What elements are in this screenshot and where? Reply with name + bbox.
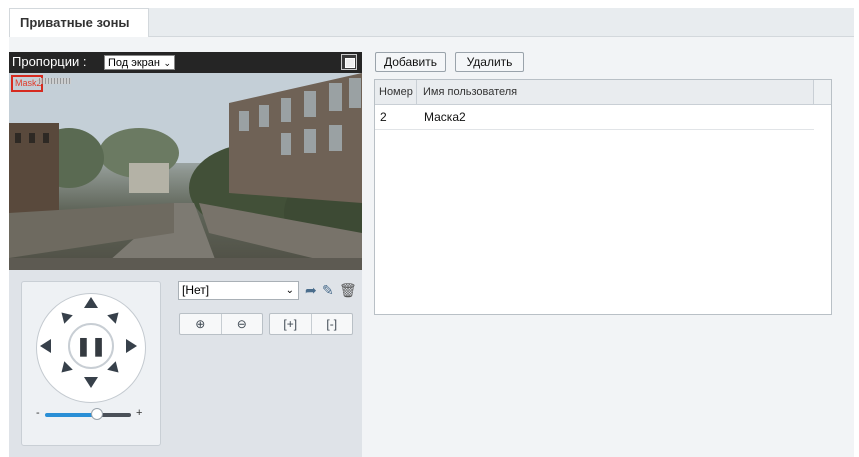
cell-username: Маска2 <box>424 110 466 124</box>
osd-overlay <box>37 78 71 84</box>
zoom-out-icon[interactable]: ⊖ <box>220 314 263 334</box>
zoom-in-icon[interactable]: ⊕ <box>180 314 221 334</box>
column-header-username[interactable]: Имя пользователя <box>418 80 517 104</box>
speed-slider-knob[interactable] <box>91 408 103 420</box>
fullscreen-icon[interactable] <box>341 54 357 70</box>
preset-select[interactable]: [Нет] ⌄ <box>178 281 299 300</box>
speed-minus: - <box>36 407 40 419</box>
trash-icon[interactable]: 🗑 <box>339 283 357 297</box>
add-button[interactable]: Добавить <box>375 52 446 72</box>
ratio-label: Пропорции : <box>12 54 87 69</box>
zoom-group: ⊕ ⊖ <box>179 313 263 335</box>
preset-select-value: [Нет] <box>182 283 210 297</box>
ptz-right-icon[interactable] <box>126 339 137 353</box>
pencil-icon[interactable]: ✎ <box>322 283 334 297</box>
speed-plus: + <box>136 407 143 419</box>
delete-button[interactable]: Удалить <box>455 52 524 72</box>
ptz-left-icon[interactable] <box>40 339 51 353</box>
chevron-down-icon: ⌄ <box>163 58 171 68</box>
focus-group: [+] [-] <box>269 313 353 335</box>
ptz-down-icon[interactable] <box>84 377 98 388</box>
tab-bar: Приватные зоны <box>9 8 854 37</box>
video-header: Пропорции : Под экран ⌄ <box>9 52 362 73</box>
zones-table: Номер Имя пользователя 2 Маска2 <box>374 79 832 315</box>
ratio-select-value: Под экран <box>108 57 160 69</box>
video-preview[interactable]: Mask2 <box>9 73 362 270</box>
ratio-select[interactable]: Под экран ⌄ <box>104 55 175 70</box>
scrollbar-header <box>813 80 831 104</box>
cell-number: 2 <box>380 110 387 124</box>
chevron-down-icon: ⌄ <box>285 285 294 296</box>
focus-near-icon[interactable]: [+] <box>270 314 311 334</box>
table-row[interactable]: 2 Маска2 <box>375 105 814 130</box>
ptz-up-icon[interactable] <box>84 297 98 308</box>
video-scene <box>9 73 362 270</box>
speed-slider-track[interactable] <box>45 413 131 417</box>
column-header-number[interactable]: Номер <box>375 80 417 104</box>
redo-icon[interactable]: ➦ <box>305 283 317 297</box>
pause-icon[interactable]: ❚❚ <box>68 323 114 369</box>
focus-far-icon[interactable]: [-] <box>310 314 353 334</box>
table-header: Номер Имя пользователя <box>375 80 831 105</box>
tab-private-zones[interactable]: Приватные зоны <box>9 8 149 37</box>
